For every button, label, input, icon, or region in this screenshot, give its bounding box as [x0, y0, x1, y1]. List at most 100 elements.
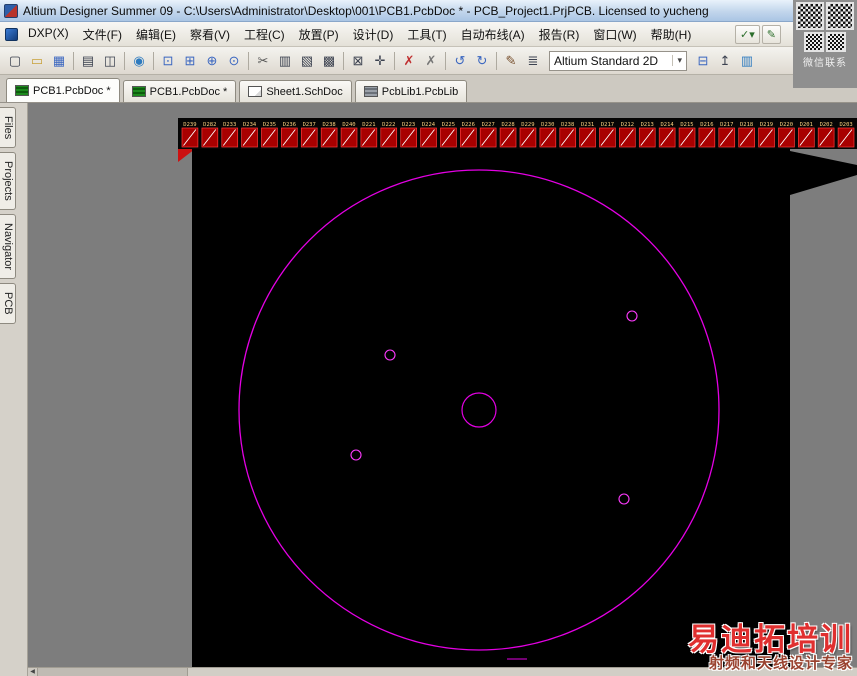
component-D238[interactable]: D238 — [559, 122, 577, 148]
save-document-button[interactable]: ▦ — [48, 50, 70, 72]
svg-text:D213: D213 — [641, 122, 654, 128]
component-D201[interactable]: D201 — [798, 122, 815, 148]
menu-item-7[interactable]: 工具(T) — [400, 23, 453, 46]
menu-items: DXP(X) 文件(F) 编辑(E) 察看(V) 工程(C) 放置(P) 设计(D) 工具(T… — [21, 23, 698, 46]
clear-filter-button[interactable]: ✗ — [420, 50, 442, 72]
paste-array-button[interactable]: ▩ — [318, 50, 340, 72]
watermark: 易迪拓培训 射频和天线设计专家 — [688, 623, 853, 672]
pcb-drawing[interactable]: D239 D282 D233 D234 D235 D236 D237 D238 D240 D221… — [28, 103, 857, 676]
open-browser-button[interactable]: ◉ — [128, 50, 150, 72]
component-D225[interactable]: D225 — [440, 122, 457, 148]
menu-item-3[interactable]: 察看(V) — [183, 23, 237, 46]
doc-tab-0[interactable]: PCB1.PcbDoc * — [6, 78, 120, 102]
copy-button[interactable]: ▥ — [274, 50, 296, 72]
doc-tab-3[interactable]: PcbLib1.PcbLib — [354, 80, 468, 102]
print-button[interactable]: ▤ — [77, 50, 99, 72]
component-D223[interactable]: D223 — [400, 122, 417, 148]
validate-check-dropdown-button[interactable]: ✓▾ — [735, 24, 760, 44]
component-D237[interactable]: D237 — [300, 122, 318, 148]
component-D224[interactable]: D224 — [420, 122, 437, 148]
component-D216[interactable]: D216 — [698, 122, 716, 148]
undo-button[interactable]: ↺ — [449, 50, 471, 72]
component-D230[interactable]: D230 — [539, 122, 557, 148]
component-D239[interactable]: D239 — [181, 122, 199, 148]
panel-tab-pcb[interactable]: PCB — [0, 283, 16, 324]
component-D214[interactable]: D214 — [658, 122, 676, 148]
component-D282[interactable]: D282 — [201, 122, 219, 148]
menu-item-10[interactable]: 窗口(W) — [586, 23, 643, 46]
component-D212[interactable]: D212 — [619, 122, 636, 148]
open-document-button[interactable]: ▭ — [26, 50, 48, 72]
menu-item-4[interactable]: 工程(C) — [237, 23, 292, 46]
cut-button[interactable]: ✂ — [252, 50, 274, 72]
view-style-dropdown[interactable]: Altium Standard 2D ▾ — [549, 50, 687, 71]
component-D228[interactable]: D228 — [499, 122, 517, 148]
component-D219[interactable]: D219 — [758, 122, 775, 148]
doc-tab-label: PCB1.PcbDoc * — [149, 85, 228, 98]
menu-item-5[interactable]: 放置(P) — [292, 23, 346, 46]
component-D203[interactable]: D203 — [837, 122, 855, 148]
menu-item-6[interactable]: 设计(D) — [346, 23, 401, 46]
svg-text:D240: D240 — [342, 122, 355, 128]
svg-text:D239: D239 — [183, 122, 196, 128]
paste-button[interactable]: ▧ — [296, 50, 318, 72]
clear-selection-button[interactable]: ✗ — [398, 50, 420, 72]
component-D222[interactable]: D222 — [380, 122, 398, 148]
interactive-routing-button[interactable]: ✎ — [500, 50, 522, 72]
component-D217[interactable]: D217 — [599, 122, 616, 148]
menu-item-8[interactable]: 自动布线(A) — [454, 23, 532, 46]
new-document-button[interactable]: ▢ — [4, 50, 26, 72]
redo-button[interactable]: ↻ — [471, 50, 493, 72]
zoom-previous-button[interactable]: ⊙ — [223, 50, 245, 72]
doc-tab-label: PcbLib1.PcbLib — [381, 85, 459, 98]
component-D220[interactable]: D220 — [778, 122, 795, 148]
svg-text:D219: D219 — [760, 122, 773, 128]
component-D202[interactable]: D202 — [817, 122, 835, 148]
print-preview-button[interactable]: ◫ — [99, 50, 121, 72]
component-D213[interactable]: D213 — [638, 122, 656, 148]
component-D215[interactable]: D215 — [678, 122, 696, 148]
find-similar-button[interactable]: ≣ — [522, 50, 544, 72]
panel-tab-files[interactable]: Files — [0, 107, 16, 149]
select-area-button[interactable]: ⊠ — [347, 50, 369, 72]
browse-library-button[interactable]: ⊟ — [692, 50, 714, 72]
component-D221[interactable]: D221 — [360, 122, 378, 148]
panel-tab-projects[interactable]: Projects — [0, 152, 16, 210]
menu-item-2[interactable]: 编辑(E) — [129, 23, 183, 46]
component-D234[interactable]: D234 — [241, 122, 258, 148]
menu-item-11[interactable]: 帮助(H) — [644, 23, 699, 46]
menu-item-1[interactable]: 文件(F) — [76, 23, 129, 46]
pcb-canvas[interactable]: D239 D282 D233 D234 D235 D236 D237 D238 D240 D221… — [28, 103, 857, 676]
toolbar-separator — [73, 51, 74, 70]
snippet-button[interactable]: ✎ — [761, 24, 781, 44]
panel-tab-navigator[interactable]: Navigator — [0, 213, 16, 280]
component-D227[interactable]: D227 — [479, 122, 497, 148]
dxp-logo-icon — [5, 27, 18, 41]
menu-item-9[interactable]: 报告(R) — [532, 23, 587, 46]
up-hierarchy-button[interactable]: ↥ — [714, 50, 736, 72]
cross-probe-button[interactable]: ▥ — [736, 50, 758, 72]
component-D236[interactable]: D236 — [281, 122, 298, 148]
doc-tab-label: PCB1.PcbDoc * — [33, 84, 111, 97]
move-object-button[interactable]: ✛ — [369, 50, 391, 72]
component-D229[interactable]: D229 — [519, 122, 537, 148]
component-D217[interactable]: D217 — [718, 122, 736, 148]
component-D233[interactable]: D233 — [221, 122, 239, 148]
panel-tab-strip: Files Projects Navigator PCB — [0, 103, 28, 676]
menu-item-0[interactable]: DXP(X) — [21, 23, 76, 46]
pcb-document-icon — [15, 85, 29, 96]
component-D238[interactable]: D238 — [320, 122, 338, 148]
component-D226[interactable]: D226 — [460, 122, 477, 148]
component-D235[interactable]: D235 — [261, 122, 278, 148]
zoom-fit-button[interactable]: ⊞ — [179, 50, 201, 72]
doc-tab-2[interactable]: Sheet1.SchDoc — [239, 80, 352, 102]
zoom-window-button[interactable]: ⊡ — [157, 50, 179, 72]
scrollbar-thumb[interactable] — [38, 668, 188, 676]
component-D240[interactable]: D240 — [340, 122, 358, 148]
component-D218[interactable]: D218 — [738, 122, 755, 148]
zoom-selected-button[interactable]: ⊕ — [201, 50, 223, 72]
component-D231[interactable]: D231 — [579, 122, 596, 148]
scroll-left-button[interactable]: ◀ — [28, 668, 38, 676]
board-black-area[interactable] — [192, 149, 790, 667]
doc-tab-1[interactable]: PCB1.PcbDoc * — [122, 80, 237, 102]
